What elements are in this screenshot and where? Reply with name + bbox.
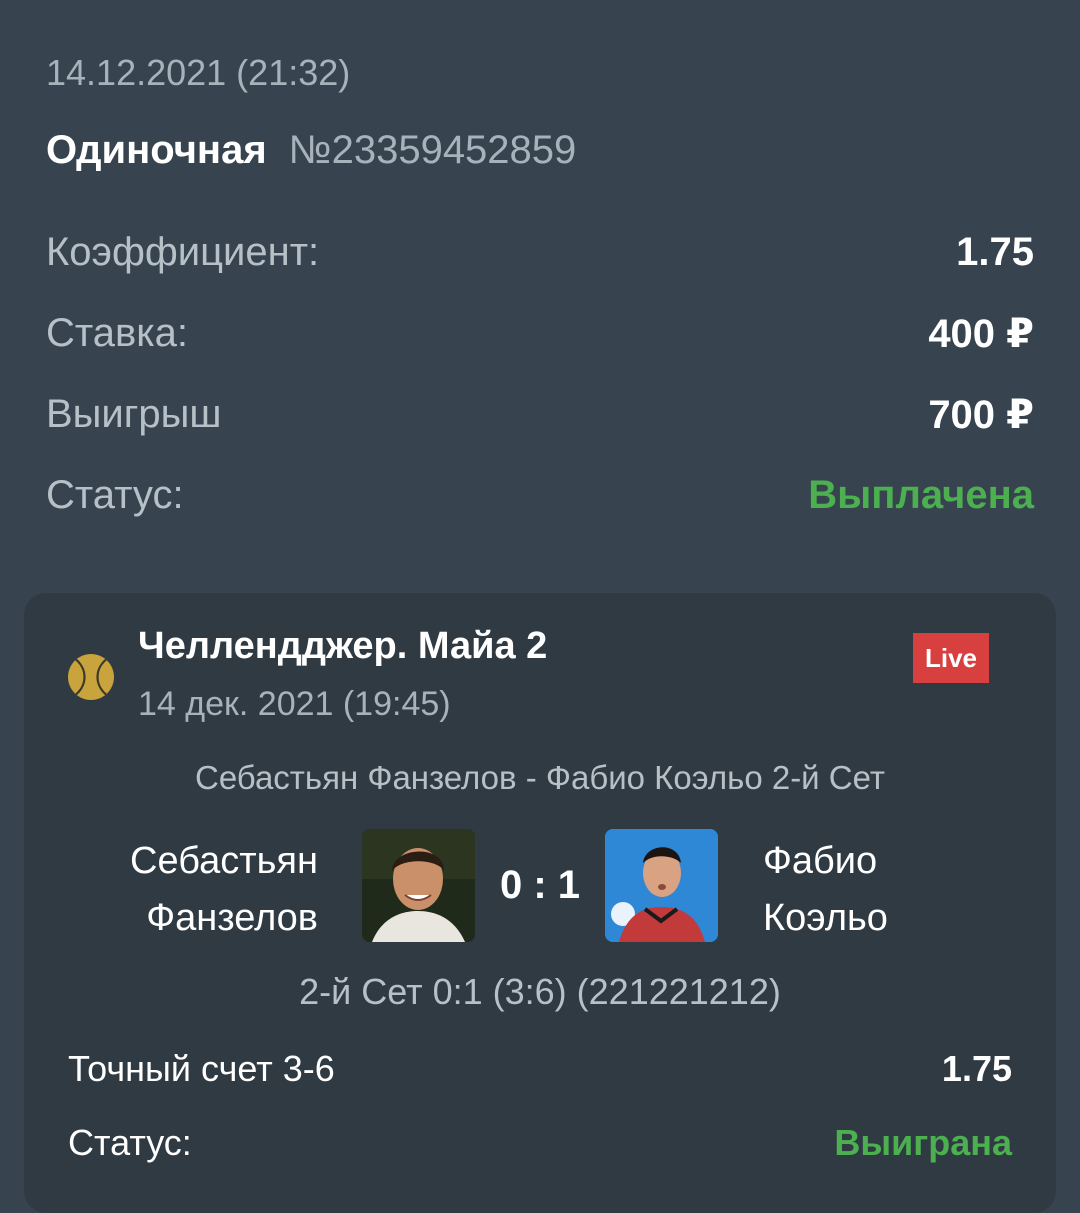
outcome-status-value: Выиграна	[834, 1122, 1012, 1163]
event-date: 14 дек. 2021 (19:45)	[138, 685, 451, 723]
status-row: Статус: Выплачена	[46, 473, 1034, 533]
coefficient-value: 1.75	[956, 230, 1034, 274]
status-label: Статус:	[46, 473, 184, 517]
winnings-value: 700 ₽	[928, 393, 1034, 437]
event-card[interactable]: Челлендджер. Майа 2 14 дек. 2021 (19:45)…	[24, 593, 1056, 1213]
winnings-row: Выигрыш 700 ₽	[46, 392, 1034, 452]
outcome-status-row: Статус: Выиграна	[68, 1122, 1012, 1172]
outcome-value: 1.75	[941, 1048, 1012, 1089]
player1-first-name: Себастьян	[130, 840, 318, 882]
bet-title: Одиночная №23359452859	[46, 128, 576, 173]
stake-value: 400 ₽	[928, 312, 1034, 356]
stake-label: Ставка:	[46, 311, 188, 355]
bet-datetime: 14.12.2021 (21:32)	[46, 52, 351, 93]
status-value: Выплачена	[808, 473, 1034, 517]
stake-row: Ставка: 400 ₽	[46, 311, 1034, 371]
player1-last-name: Фанзелов	[146, 897, 318, 939]
player2-avatar	[605, 829, 718, 942]
coefficient-label: Коэффициент:	[46, 230, 320, 274]
bet-type: Одиночная	[46, 128, 267, 172]
player2-first-name: Фабио	[763, 840, 878, 882]
live-badge: Live	[913, 633, 989, 683]
player2-name: Фабио Коэльо	[763, 833, 888, 947]
player1-avatar	[362, 829, 475, 942]
match-title: Себастьян Фанзелов - Фабио Коэльо 2-й Се…	[194, 759, 885, 796]
outcome-status-label: Статус:	[68, 1122, 192, 1163]
bet-number: №23359452859	[288, 128, 577, 172]
tournament-name: Челлендджер. Майа 2	[138, 625, 548, 667]
coefficient-row: Коэффициент: 1.75	[46, 230, 1034, 290]
set-info: 2-й Сет 0:1 (3:6) (221221212)	[299, 971, 781, 1012]
outcome-row: Точный счет 3-6 1.75	[68, 1048, 1012, 1098]
player2-last-name: Коэльо	[763, 897, 888, 939]
tennis-ball-icon	[68, 654, 114, 700]
outcome-label: Точный счет 3-6	[68, 1048, 335, 1089]
player1-name: Себастьян Фанзелов	[130, 833, 318, 947]
match-score: 0 : 1	[499, 863, 581, 907]
winnings-label: Выигрыш	[46, 392, 222, 436]
